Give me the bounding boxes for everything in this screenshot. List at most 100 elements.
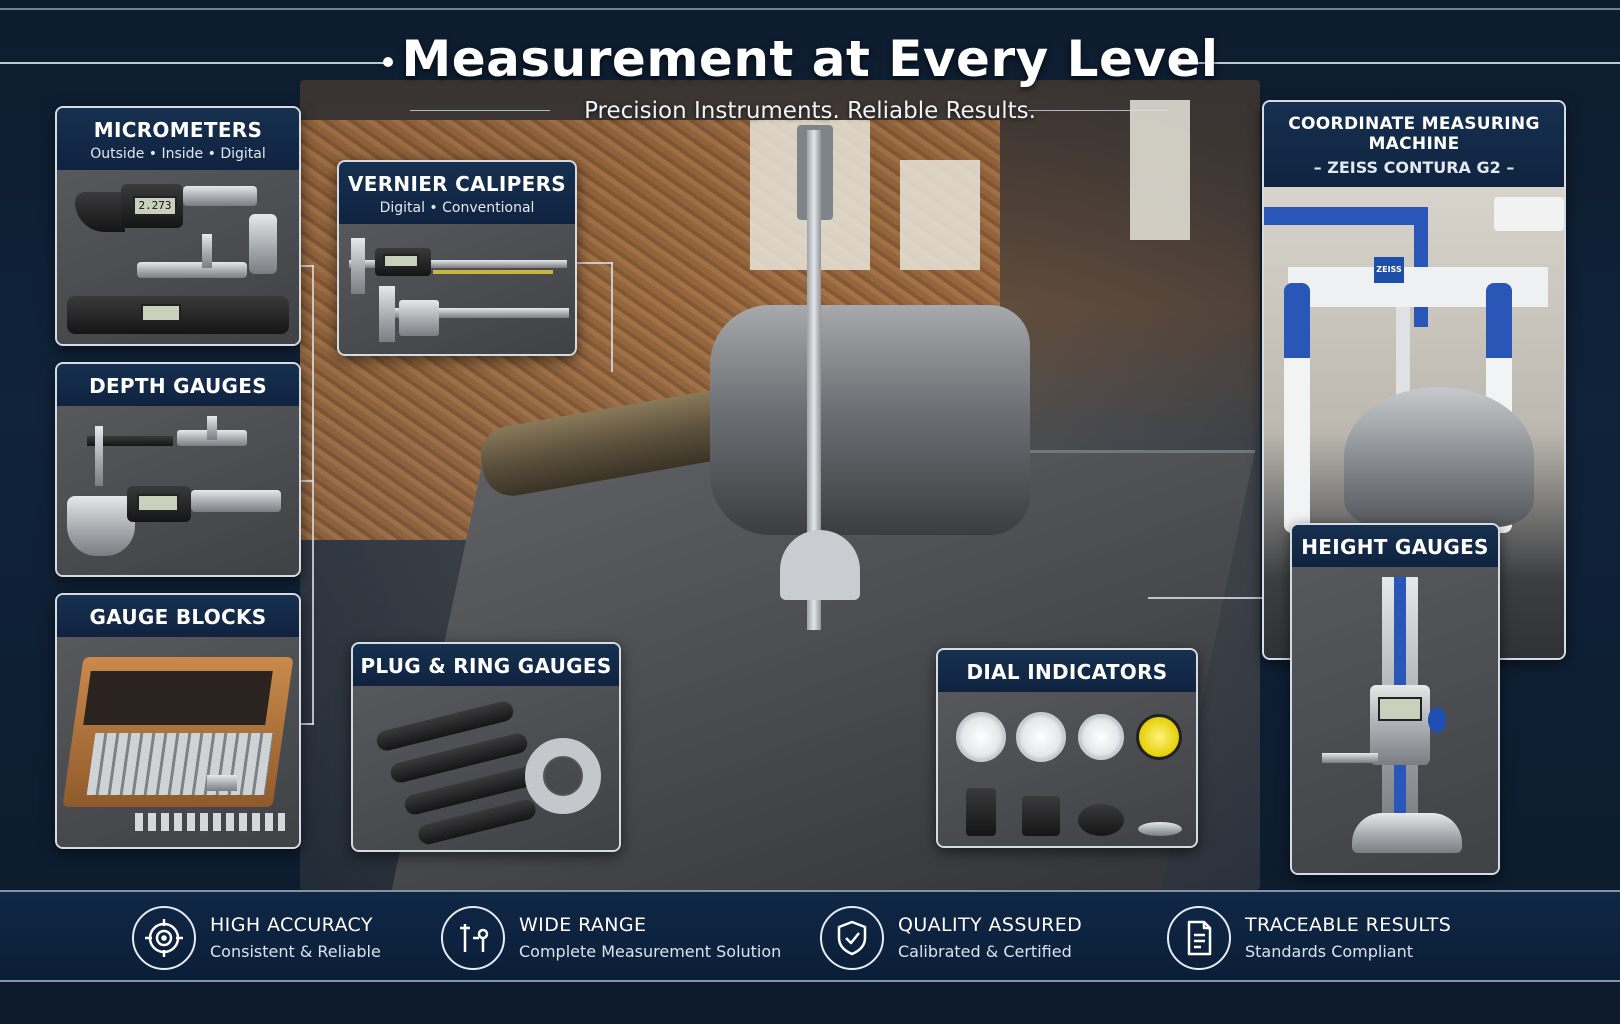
feature-subtitle: Consistent & Reliable — [210, 942, 381, 961]
feature-quality-assured: QUALITY ASSURED Calibrated & Certified — [820, 906, 1100, 970]
digital-depth-gauge-display — [137, 494, 179, 512]
connector-line — [575, 262, 613, 264]
micrometer-thimble — [183, 186, 257, 206]
vernier-calipers-header: VERNIER CALIPERS Digital • Conventional — [339, 162, 575, 224]
micrometer-display: 2.273 — [133, 196, 177, 216]
micrometers-title: MICROMETERS — [93, 118, 263, 142]
vernier-calipers-title: VERNIER CALIPERS — [347, 172, 566, 196]
dial-indicator-stand — [1078, 804, 1124, 836]
target-icon — [132, 906, 196, 970]
feature-subtitle: Standards Compliant — [1245, 942, 1414, 961]
yellow-dial-indicator-face — [1136, 714, 1182, 760]
cmm-left-leg — [1284, 283, 1310, 533]
connector-line — [312, 265, 314, 725]
gauge-block-case-lining — [83, 671, 273, 725]
depth-gauges-panel[interactable]: DEPTH GAUGES — [55, 362, 301, 577]
cmm-title: COORDINATE MEASURING MACHINE — [1288, 114, 1540, 154]
vernier-calipers-image — [339, 224, 575, 354]
ring-gauge — [525, 738, 601, 814]
vernier-caliper-slider — [399, 300, 439, 336]
dial-indicator-face — [956, 712, 1006, 762]
vernier-caliper-jaw — [379, 286, 395, 342]
gauge-blocks-panel[interactable]: GAUGE BLOCKS — [55, 593, 301, 849]
height-gauge-blue-knob — [1428, 707, 1446, 733]
dial-indicator-face — [1016, 712, 1066, 762]
dial-indicator-stand — [966, 788, 996, 836]
plug-ring-gauges-image — [353, 686, 619, 850]
feature-subtitle: Calibrated & Certified — [898, 942, 1072, 961]
gauge-blocks-image — [57, 637, 299, 847]
cmm-subtitle: – ZEISS CONTURA G2 – — [1313, 158, 1515, 177]
wall-notice — [900, 160, 980, 270]
dial-indicators-title: DIAL INDICATORS — [966, 660, 1168, 684]
page-title: Measurement at Every Level — [401, 30, 1219, 88]
height-gauge-base — [1352, 813, 1462, 853]
dial-indicators-header: DIAL INDICATORS — [938, 650, 1196, 692]
micrometers-panel[interactable]: MICROMETERS Outside • Inside • Digital 2… — [55, 106, 301, 346]
plug-ring-gauges-header: PLUG & RING GAUGES — [353, 644, 619, 686]
feature-high-accuracy: HIGH ACCURACY Consistent & Reliable — [132, 906, 412, 970]
depth-micrometer-stem — [207, 416, 217, 440]
feature-title: QUALITY ASSURED — [898, 914, 1083, 936]
gauge-blocks-title: GAUGE BLOCKS — [89, 605, 267, 629]
digital-depth-gauge-frame — [67, 496, 135, 556]
depth-gauge-rod — [95, 426, 103, 486]
depth-gauges-image — [57, 406, 299, 575]
dial-indicator-stand — [1138, 822, 1182, 836]
dial-indicators-image — [938, 692, 1196, 846]
gauge-block-set — [86, 733, 274, 795]
document-icon — [1167, 906, 1231, 970]
vernier-scale-accent — [433, 270, 553, 274]
top-frame-line — [0, 8, 1620, 10]
cmm-impeller-workpiece — [1344, 387, 1534, 527]
loose-gauge-block — [207, 775, 237, 791]
vernier-calipers-panel[interactable]: VERNIER CALIPERS Digital • Conventional — [337, 160, 577, 356]
vernier-calipers-subtitle: Digital • Conventional — [379, 200, 535, 216]
dial-indicators-panel[interactable]: DIAL INDICATORS — [936, 648, 1198, 848]
feature-title: WIDE RANGE — [519, 914, 647, 936]
feature-traceable-results: TRACEABLE RESULTS Standards Compliant — [1167, 906, 1467, 970]
height-gauges-panel[interactable]: HEIGHT GAUGES — [1290, 523, 1500, 875]
height-gauges-header: HEIGHT GAUGES — [1292, 525, 1498, 567]
depth-gauges-title: DEPTH GAUGES — [89, 374, 267, 398]
feature-wide-range: WIDE RANGE Complete Measurement Solution — [441, 906, 781, 970]
bore-gauge — [249, 214, 277, 274]
cmm-blue-crane — [1264, 207, 1424, 225]
height-gauges-title: HEIGHT GAUGES — [1301, 535, 1489, 559]
wall-air-conditioner — [1494, 197, 1564, 231]
inside-micrometer-stem — [202, 234, 212, 268]
digital-micrometer-display — [141, 304, 181, 322]
dial-indicator-stand — [1022, 796, 1060, 836]
feature-title: TRACEABLE RESULTS — [1245, 914, 1452, 936]
height-gauge-base — [780, 530, 860, 600]
plug-ring-gauges-panel[interactable]: PLUG & RING GAUGES — [351, 642, 621, 852]
connector-line — [300, 723, 314, 725]
caliper-icon — [441, 906, 505, 970]
depth-gauges-header: DEPTH GAUGES — [57, 364, 299, 406]
dial-indicator-face — [1078, 714, 1124, 760]
digital-caliper-jaw — [351, 238, 365, 294]
rotor-drum — [710, 305, 1030, 535]
micrometer-display-value: 2.273 — [138, 199, 172, 212]
loose-gauge-blocks-row — [135, 813, 285, 831]
micrometers-image: 2.273 — [57, 170, 299, 344]
features-band: HIGH ACCURACY Consistent & Reliable WIDE… — [0, 890, 1620, 982]
digital-depth-gauge-thimble — [191, 490, 281, 512]
height-gauges-image — [1292, 567, 1498, 873]
cmm-header: COORDINATE MEASURING MACHINE – ZEISS CON… — [1264, 102, 1564, 187]
micrometers-header: MICROMETERS Outside • Inside • Digital — [57, 108, 299, 170]
micrometers-subtitle: Outside • Inside • Digital — [90, 146, 266, 162]
plug-ring-gauges-title: PLUG & RING GAUGES — [360, 654, 612, 678]
height-gauge-scriber — [1322, 753, 1378, 763]
micrometer-frame — [75, 192, 125, 232]
feature-subtitle: Complete Measurement Solution — [519, 942, 782, 961]
digital-caliper-display — [383, 254, 419, 268]
connector-line — [611, 262, 613, 372]
shield-check-icon — [820, 906, 884, 970]
inside-micrometer — [137, 262, 247, 278]
connector-line — [300, 480, 314, 482]
cmm-zeiss-logo-text: ZEISS — [1376, 265, 1402, 274]
gauge-blocks-header: GAUGE BLOCKS — [57, 595, 299, 637]
cmm-zeiss-logo: ZEISS — [1374, 257, 1404, 283]
feature-title: HIGH ACCURACY — [210, 914, 373, 936]
